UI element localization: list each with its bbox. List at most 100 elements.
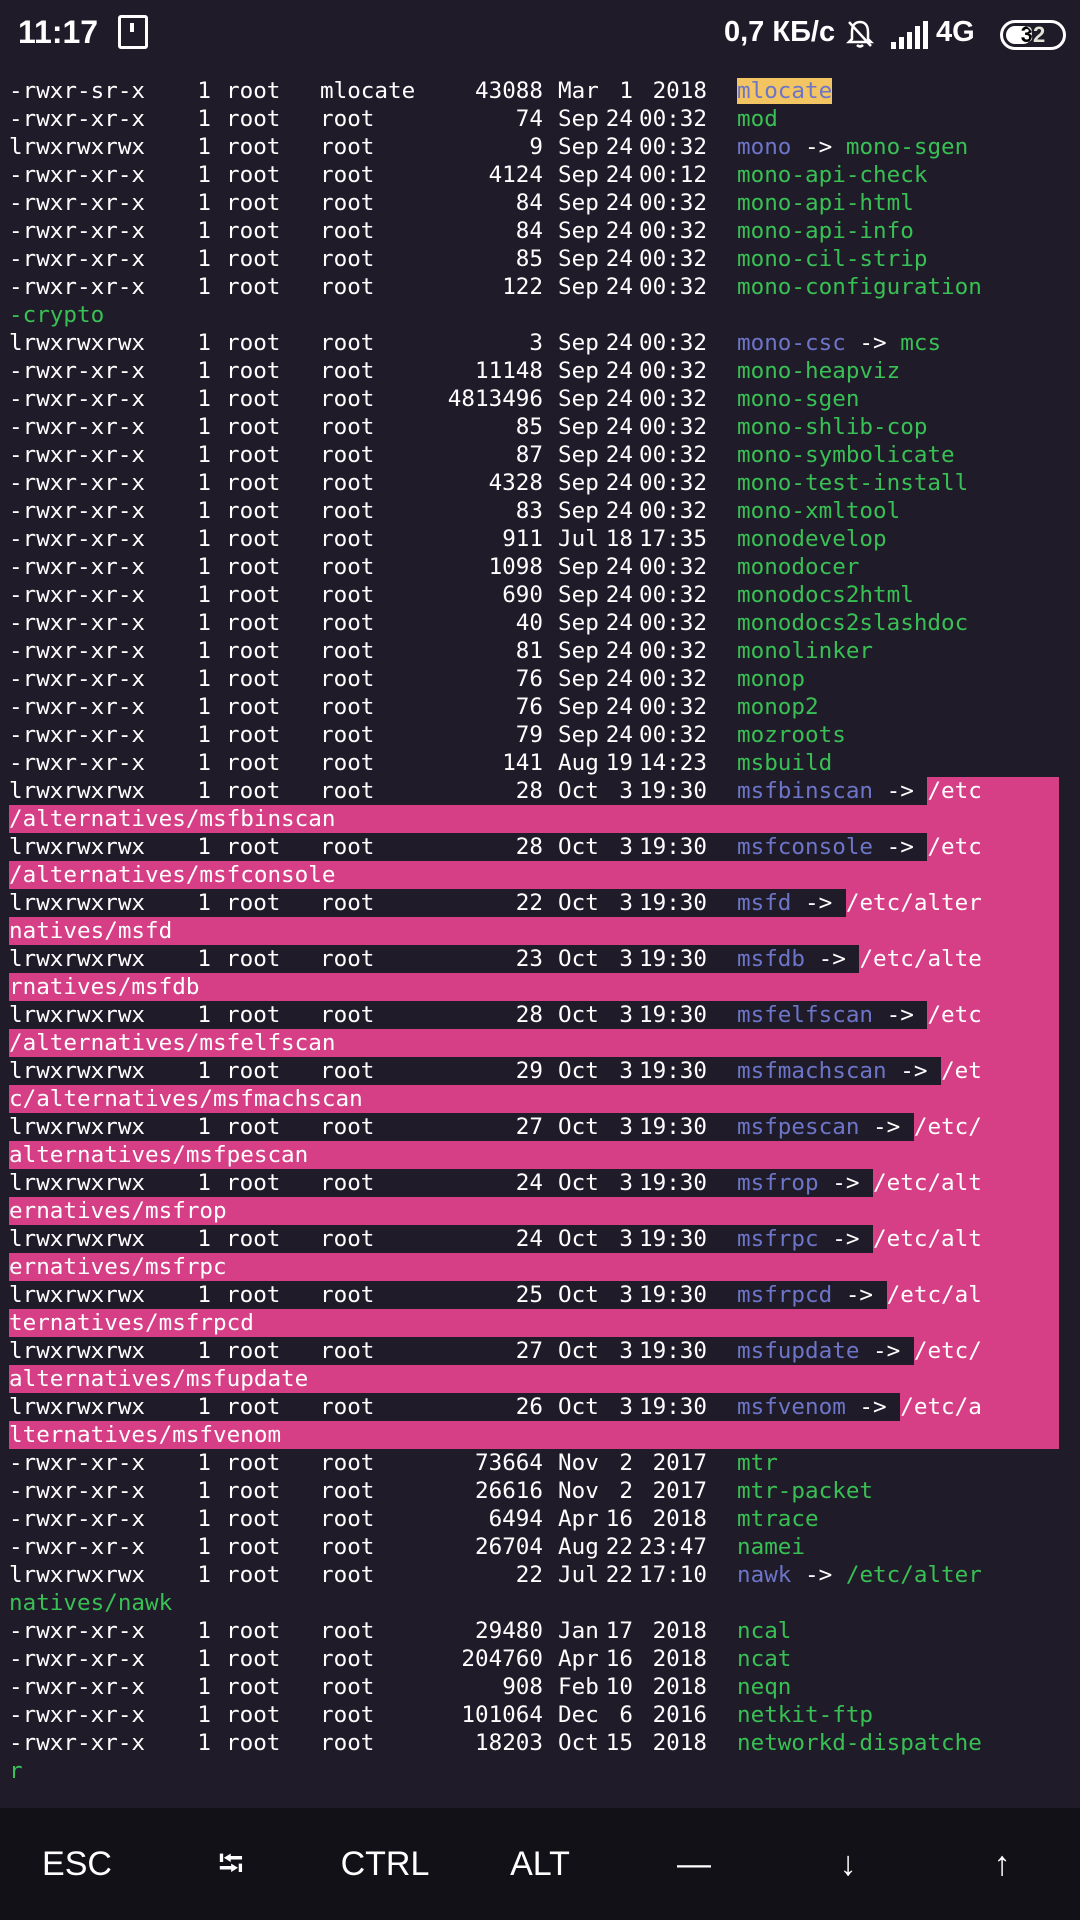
file-name: msfd bbox=[737, 890, 792, 916]
month: Sep bbox=[558, 358, 599, 384]
file-size: 81 bbox=[515, 638, 543, 664]
month: Nov bbox=[558, 1478, 599, 1504]
listing-row: -rwxr-xr-x 1 root root 85 Sep 24 00:32 mono-shli… bbox=[9, 413, 1071, 441]
terminal-output[interactable]: -rwxr-sr-x 1 root mlocate 43088 Mar 1 2018 mloca… bbox=[9, 77, 1071, 1785]
listing-row: -rwxr-xr-x 1 root root 74 Sep 24 00:32 mod bbox=[9, 105, 1071, 133]
file-size: 1098 bbox=[488, 554, 543, 580]
file-name: monolinker bbox=[737, 638, 874, 664]
permissions: -rwxr-xr-x bbox=[9, 1534, 146, 1560]
owner: root bbox=[226, 1506, 281, 1532]
month: Oct bbox=[558, 834, 599, 860]
permissions: -rwxr-xr-x bbox=[9, 610, 146, 636]
network-speed: 0,7 КБ/с bbox=[724, 16, 836, 48]
month: Oct bbox=[558, 1282, 599, 1308]
permissions: -rwxr-xr-x bbox=[9, 1450, 146, 1476]
listing-row: lrwxrwxrwx 1 root root 3 Sep 24 00:32 mono-csc -… bbox=[9, 329, 1071, 357]
month: Sep bbox=[558, 666, 599, 692]
month: Nov bbox=[558, 1450, 599, 1476]
permissions: -rwxr-xr-x bbox=[9, 1646, 146, 1672]
owner: root bbox=[226, 1618, 281, 1644]
group: root bbox=[320, 386, 375, 412]
group: root bbox=[320, 274, 375, 300]
dash-key[interactable]: — bbox=[617, 1808, 771, 1920]
tab-key[interactable]: ⭾ bbox=[154, 1808, 308, 1920]
month: Sep bbox=[558, 610, 599, 636]
owner: root bbox=[226, 330, 281, 356]
month: Mar bbox=[558, 78, 599, 104]
arrow-up-key[interactable]: ↑ bbox=[925, 1808, 1079, 1920]
day: 24 bbox=[605, 722, 633, 748]
file-size: 101064 bbox=[461, 1702, 543, 1728]
link-count: 1 bbox=[197, 526, 211, 552]
file-name: msfbinscan bbox=[737, 778, 874, 804]
day: 3 bbox=[619, 946, 633, 972]
permissions: -rwxr-xr-x bbox=[9, 274, 146, 300]
group: root bbox=[320, 750, 375, 776]
group: root bbox=[320, 526, 375, 552]
owner: root bbox=[226, 1282, 281, 1308]
listing-row: -rwxr-xr-x 1 root root 911 Jul 18 17:35 monodeve… bbox=[9, 525, 1071, 553]
permissions: -rwxr-xr-x bbox=[9, 386, 146, 412]
link-count: 1 bbox=[197, 1730, 211, 1756]
owner: root bbox=[226, 666, 281, 692]
permissions: lrwxrwxrwx bbox=[9, 946, 146, 972]
symlink-target: /etc/alte bbox=[859, 945, 1059, 973]
symlink-target: /etc/ bbox=[913, 1113, 1059, 1141]
link-count: 1 bbox=[197, 78, 211, 104]
month: Sep bbox=[558, 106, 599, 132]
day: 24 bbox=[605, 386, 633, 412]
month: Sep bbox=[558, 470, 599, 496]
file-name: msfrpc bbox=[737, 1226, 819, 1252]
file-size: 9 bbox=[529, 134, 543, 160]
listing-row: -rwxr-xr-x 1 root root 83 Sep 24 00:32 mono-xmlt… bbox=[9, 497, 1071, 525]
time-or-year: 2018 bbox=[652, 78, 707, 104]
alt-key[interactable]: ALT bbox=[463, 1808, 617, 1920]
listing-row: -rwxr-xr-x 1 root root 81 Sep 24 00:32 monolinke… bbox=[9, 637, 1071, 665]
esc-key[interactable]: ESC bbox=[0, 1808, 154, 1920]
permissions: -rwxr-xr-x bbox=[9, 1730, 146, 1756]
ctrl-key[interactable]: CTRL bbox=[308, 1808, 462, 1920]
permissions: -rwxr-xr-x bbox=[9, 694, 146, 720]
listing-row: -rwxr-xr-x 1 root root 76 Sep 24 00:32 monop2 bbox=[9, 693, 1071, 721]
day: 24 bbox=[605, 330, 633, 356]
group: root bbox=[320, 1534, 375, 1560]
day: 10 bbox=[605, 1674, 633, 1700]
wrapped-line: /alternatives/msfelfscan bbox=[9, 1029, 1059, 1057]
time-or-year: 19:30 bbox=[638, 778, 707, 804]
wrapped-line: /alternatives/msfbinscan bbox=[9, 805, 1059, 833]
day: 3 bbox=[619, 1226, 633, 1252]
listing-row: -rwxr-xr-x 1 root root 11148 Sep 24 00:32 mono-h… bbox=[9, 357, 1071, 385]
file-size: 4813496 bbox=[447, 386, 543, 412]
link-count: 1 bbox=[197, 1170, 211, 1196]
permissions: -rwxr-xr-x bbox=[9, 162, 146, 188]
time-or-year: 2016 bbox=[652, 1702, 707, 1728]
day: 3 bbox=[619, 1170, 633, 1196]
group: root bbox=[320, 1618, 375, 1644]
link-count: 1 bbox=[197, 1506, 211, 1532]
time-or-year: 17:35 bbox=[638, 526, 707, 552]
link-count: 1 bbox=[197, 582, 211, 608]
file-size: 83 bbox=[515, 498, 543, 524]
file-name: mono-test-install bbox=[737, 470, 969, 496]
link-count: 1 bbox=[197, 610, 211, 636]
day: 3 bbox=[619, 1394, 633, 1420]
listing-row: lrwxrwxrwx 1 root root 29 Oct 3 19:30 msfmachsca… bbox=[9, 1057, 1059, 1085]
listing-row: -rwxr-xr-x 1 root root 18203 Oct 15 2018 network… bbox=[9, 1729, 1071, 1757]
day: 24 bbox=[605, 218, 633, 244]
arrow-down-key[interactable]: ↓ bbox=[771, 1808, 925, 1920]
time-or-year: 2018 bbox=[652, 1618, 707, 1644]
file-size: 18203 bbox=[474, 1730, 543, 1756]
owner: root bbox=[226, 554, 281, 580]
day: 3 bbox=[619, 1338, 633, 1364]
symlink-arrow: -> bbox=[791, 1562, 846, 1588]
day: 3 bbox=[619, 1114, 633, 1140]
month: Jan bbox=[558, 1618, 599, 1644]
time-or-year: 19:30 bbox=[638, 1338, 707, 1364]
listing-row: lrwxrwxrwx 1 root root 22 Oct 3 19:30 msfd -> /e… bbox=[9, 889, 1059, 917]
symlink-arrow: -> bbox=[859, 1338, 914, 1364]
time-or-year: 2018 bbox=[652, 1674, 707, 1700]
listing-row: lrwxrwxrwx 1 root root 27 Oct 3 19:30 msfpescan … bbox=[9, 1113, 1059, 1141]
permissions: lrwxrwxrwx bbox=[9, 1170, 146, 1196]
file-name: msfrop bbox=[737, 1170, 819, 1196]
link-count: 1 bbox=[197, 218, 211, 244]
